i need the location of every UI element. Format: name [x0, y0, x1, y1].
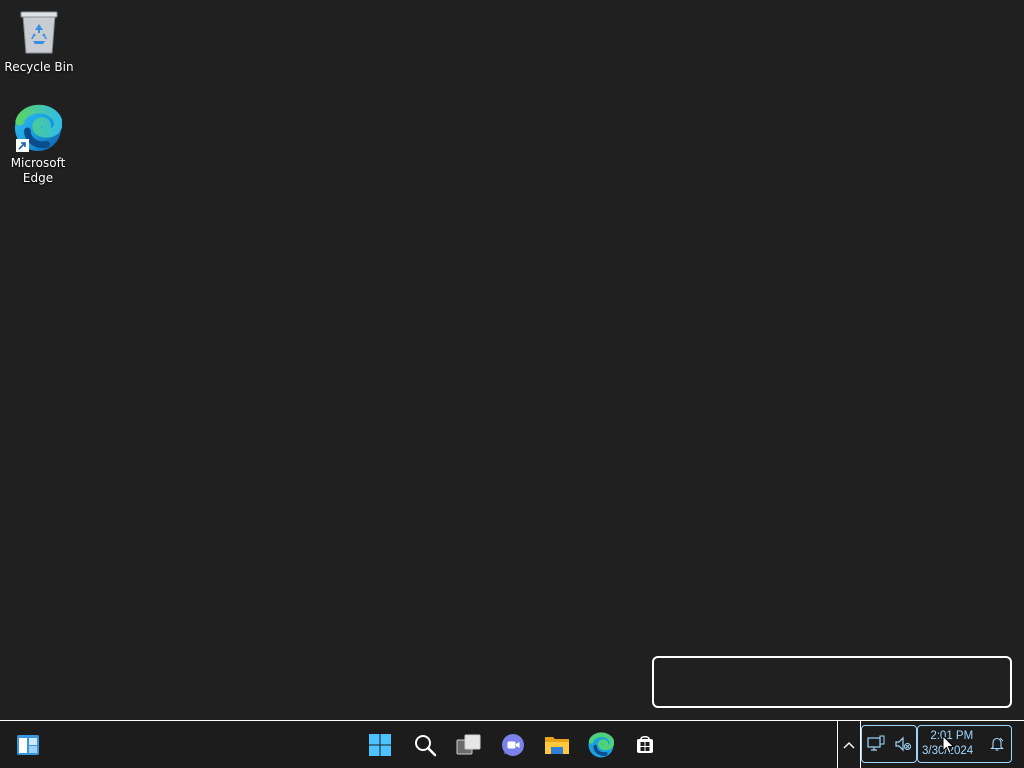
- task-view-icon: [456, 734, 481, 755]
- search-icon: [415, 735, 437, 757]
- edge-icon: [588, 732, 614, 758]
- windows-start-icon: [369, 734, 391, 756]
- desktop: Recycle Bin Microsoft Edge: [0, 0, 1024, 720]
- taskbar: 2:01 PM 3/30/2024: [0, 720, 1024, 768]
- mouse-cursor-icon: [942, 735, 955, 755]
- widgets-icon: [17, 735, 39, 755]
- desktop-icon-recycle-bin[interactable]: Recycle Bin: [1, 8, 77, 75]
- desktop-icon-microsoft-edge[interactable]: Microsoft Edge: [0, 104, 76, 186]
- edge-icon: [14, 104, 62, 152]
- start-button[interactable]: [360, 725, 400, 765]
- file-explorer-button[interactable]: [537, 725, 577, 765]
- edge-taskbar-button[interactable]: [581, 725, 621, 765]
- shortcut-arrow-icon: [16, 139, 29, 152]
- recycle-bin-icon: [15, 8, 63, 56]
- show-hidden-icons-button[interactable]: [837, 721, 861, 768]
- chevron-up-icon: [843, 741, 855, 748]
- teams-chat-icon: [502, 734, 524, 756]
- chat-button[interactable]: [493, 725, 533, 765]
- microsoft-store-icon: [637, 735, 653, 753]
- task-view-button[interactable]: [449, 725, 489, 765]
- desktop-icon-label: Recycle Bin: [4, 60, 74, 74]
- volume-muted-icon: [894, 736, 911, 752]
- quick-settings-button[interactable]: [861, 725, 917, 763]
- notification-toast[interactable]: [652, 656, 1012, 708]
- file-explorer-icon: [545, 737, 569, 754]
- widgets-button[interactable]: [8, 725, 48, 765]
- network-icon: [866, 735, 884, 751]
- desktop-icon-label: Microsoft Edge: [10, 156, 66, 185]
- clock-notification-button[interactable]: 2:01 PM 3/30/2024: [917, 725, 1012, 763]
- microsoft-store-button[interactable]: [625, 725, 665, 765]
- search-button[interactable]: [405, 725, 445, 765]
- notification-bell-icon: [990, 737, 1004, 751]
